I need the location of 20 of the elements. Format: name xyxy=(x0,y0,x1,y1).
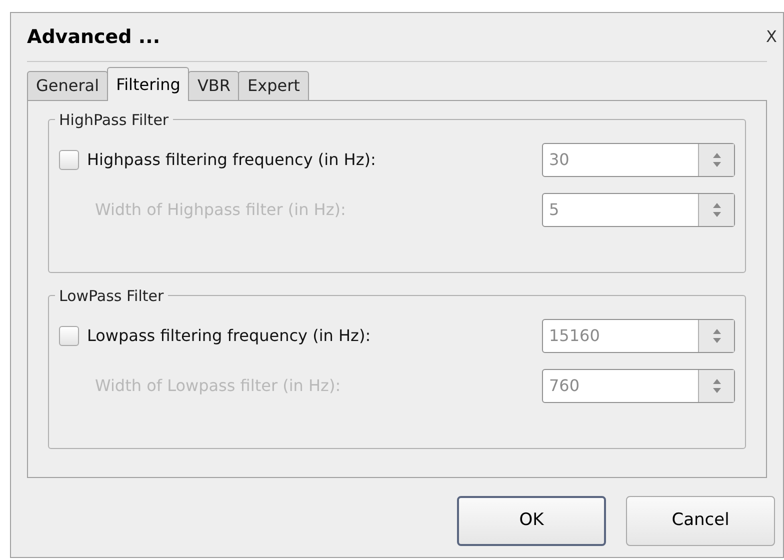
field-value: 760 xyxy=(548,375,581,397)
spin-arrows-icon[interactable] xyxy=(712,152,722,168)
dialog-button[interactable]: Cancel xyxy=(626,496,775,546)
window-title: Advanced ... xyxy=(27,24,160,50)
dialog-button[interactable]: OK xyxy=(457,496,606,546)
field-label: Lowpass filtering frequency (in Hz): xyxy=(87,325,371,347)
checkbox[interactable] xyxy=(59,326,79,346)
spin-arrows-icon[interactable] xyxy=(712,378,722,394)
field-value: 5 xyxy=(548,199,560,221)
spin-arrows-icon[interactable] xyxy=(712,328,722,344)
close-button[interactable]: X xyxy=(764,29,779,45)
field-label: Highpass filtering frequency (in Hz): xyxy=(87,149,376,171)
tab[interactable]: VBR xyxy=(188,71,240,101)
field-value: 30 xyxy=(548,149,570,171)
tab[interactable]: Filtering xyxy=(107,67,190,101)
tab[interactable]: General xyxy=(27,71,108,101)
tab[interactable]: Expert xyxy=(238,71,309,101)
checkbox[interactable] xyxy=(59,150,79,170)
spin-arrows-icon[interactable] xyxy=(712,202,722,218)
field-value: 15160 xyxy=(548,325,601,347)
